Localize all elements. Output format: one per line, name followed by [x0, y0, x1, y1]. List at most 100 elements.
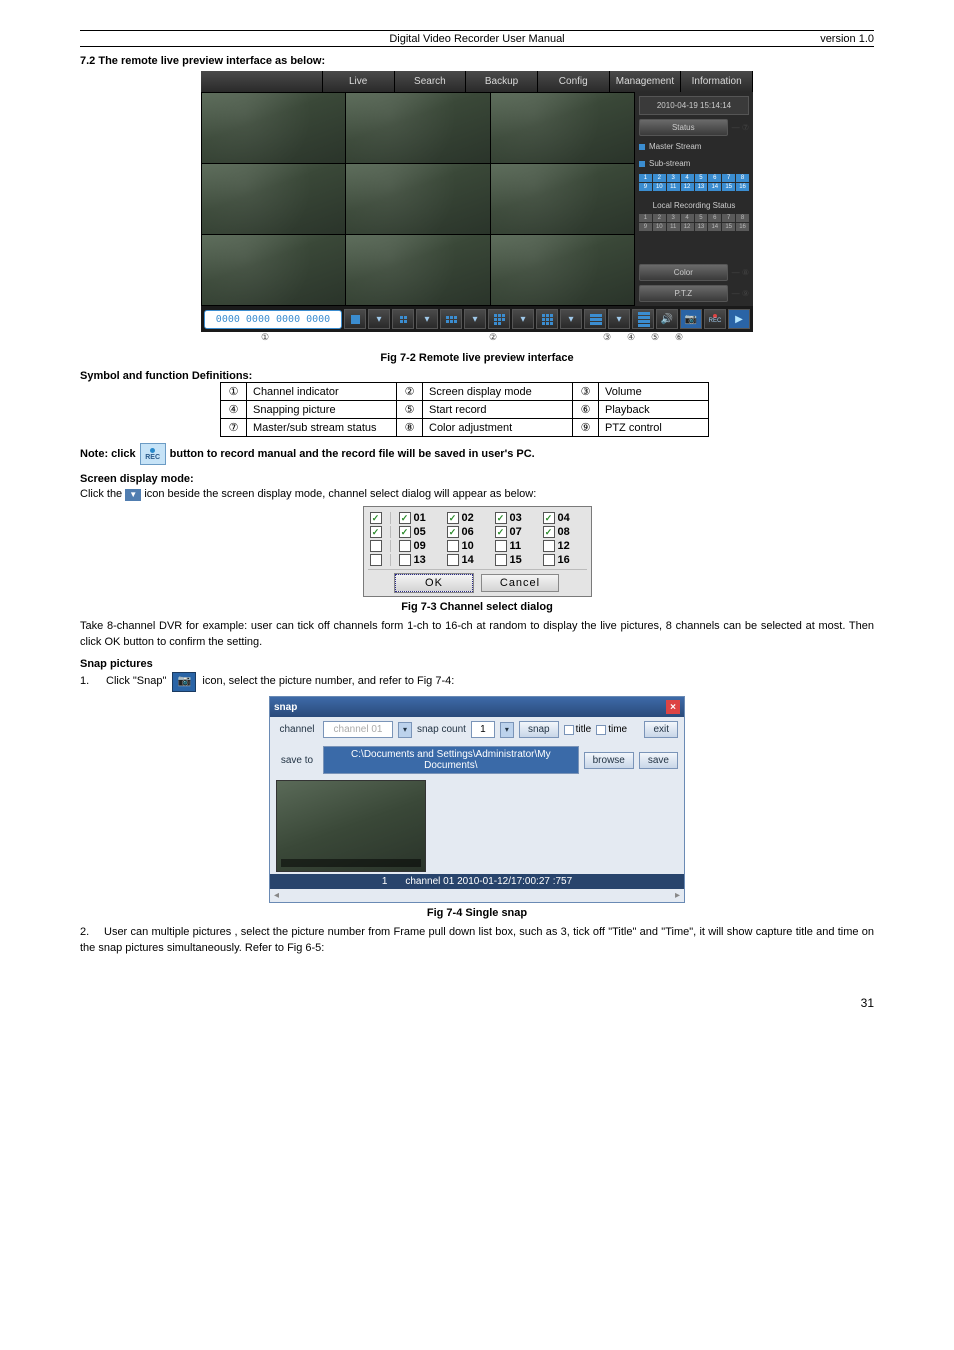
- volume-button[interactable]: 🔊: [656, 309, 678, 329]
- rlp-toolbar: 0000 0000 0000 0000 ▾ ▾ ▾ ▾ ▾ ▾ 🔊 📷 REC …: [201, 306, 753, 332]
- sub-stream-row[interactable]: Sub-stream: [639, 157, 749, 170]
- ch-04-cb[interactable]: [543, 512, 555, 524]
- cancel-button[interactable]: Cancel: [481, 574, 559, 592]
- layout-dropdown-6-icon[interactable]: ▾: [464, 309, 486, 329]
- sym-9-text: PTZ control: [599, 419, 709, 437]
- symbol-definitions-heading: Symbol and function Definitions:: [80, 370, 874, 382]
- color-chip[interactable]: Color: [639, 264, 728, 281]
- snap-button[interactable]: 📷: [680, 309, 702, 329]
- ch-01-cb[interactable]: [399, 512, 411, 524]
- ch-row-4: 13 14 15 16: [368, 553, 587, 567]
- row-select-4[interactable]: [370, 554, 382, 566]
- callout-9: — ⑨: [732, 289, 749, 298]
- snapcount-label: snap count: [417, 724, 466, 735]
- channel-dropdown-icon[interactable]: ▾: [398, 722, 412, 738]
- video-cell[interactable]: [491, 164, 634, 234]
- video-cell[interactable]: [202, 93, 345, 163]
- layout-dropdown-8-icon[interactable]: ▾: [512, 309, 534, 329]
- video-cell[interactable]: [491, 93, 634, 163]
- fig-7-2-wrap: Live Search Backup Config Management Inf…: [80, 71, 874, 348]
- row-select-3[interactable]: [370, 540, 382, 552]
- status-chip[interactable]: Status: [639, 119, 728, 136]
- ch-16-cb[interactable]: [543, 554, 555, 566]
- video-cell[interactable]: [346, 93, 489, 163]
- scroll-left-icon[interactable]: ◂: [274, 890, 279, 901]
- section-7-2-heading: 7.2 The remote live preview interface as…: [80, 55, 874, 67]
- scroll-right-icon[interactable]: ▸: [675, 890, 680, 901]
- ok-button[interactable]: OK: [395, 574, 473, 592]
- callout-7: — ⑦: [732, 123, 749, 132]
- note-suffix: button to record manual and the record f…: [170, 448, 535, 460]
- ch-10-cb[interactable]: [447, 540, 459, 552]
- layout-dropdown-9-icon[interactable]: ▾: [560, 309, 582, 329]
- save-button[interactable]: save: [639, 752, 678, 769]
- note-rec: Note: click REC button to record manual …: [80, 443, 874, 465]
- tab-management[interactable]: Management: [610, 71, 682, 92]
- tab-config[interactable]: Config: [538, 71, 610, 92]
- layout-1-button[interactable]: [344, 309, 366, 329]
- header-bottom-rule: [80, 46, 874, 47]
- close-icon[interactable]: ×: [666, 700, 680, 714]
- local-rec-channel-grid[interactable]: 12345678 910111213141516: [639, 214, 749, 231]
- ch-13-cb[interactable]: [399, 554, 411, 566]
- page-header: Digital Video Recorder User Manual versi…: [80, 33, 874, 45]
- ch-11-cb[interactable]: [495, 540, 507, 552]
- sym-5-num: ⑤: [397, 401, 423, 419]
- layout-dropdown-13-icon[interactable]: ▾: [608, 309, 630, 329]
- header-top-rule: [80, 30, 874, 31]
- layout-4-button[interactable]: [392, 309, 414, 329]
- tab-backup[interactable]: Backup: [466, 71, 538, 92]
- ch-12-cb[interactable]: [543, 540, 555, 552]
- ch-14-cb[interactable]: [447, 554, 459, 566]
- snapcount-field[interactable]: 1: [471, 721, 495, 738]
- tab-search[interactable]: Search: [395, 71, 467, 92]
- video-cell[interactable]: [202, 164, 345, 234]
- ch-07-cb[interactable]: [495, 526, 507, 538]
- exit-button[interactable]: exit: [644, 721, 678, 738]
- tab-live[interactable]: Live: [323, 71, 395, 92]
- layout-dropdown-1-icon[interactable]: ▾: [368, 309, 390, 329]
- rlp-video-grid: [201, 92, 635, 306]
- saveto-path[interactable]: C:\Documents and Settings\Administrator\…: [323, 746, 579, 774]
- video-cell[interactable]: [346, 164, 489, 234]
- video-cell[interactable]: [346, 235, 489, 305]
- record-button[interactable]: REC: [704, 309, 726, 329]
- channel-indicator: 0000 0000 0000 0000: [204, 310, 342, 329]
- time-checkbox[interactable]: [596, 725, 606, 735]
- snap-action-button[interactable]: snap: [519, 721, 559, 738]
- row-select-1[interactable]: [370, 512, 382, 524]
- sym-7-text: Master/sub stream status: [247, 419, 397, 437]
- layout-6-button[interactable]: [440, 309, 462, 329]
- ch-03-cb[interactable]: [495, 512, 507, 524]
- ch-15-cb[interactable]: [495, 554, 507, 566]
- ptz-chip[interactable]: P.T.Z: [639, 285, 728, 302]
- ch-02-cb[interactable]: [447, 512, 459, 524]
- snapcount-dropdown-icon[interactable]: ▾: [500, 722, 514, 738]
- note-prefix: Note: click: [80, 448, 136, 460]
- fig-7-2-caption: Fig 7-2 Remote live preview interface: [80, 352, 874, 364]
- layout-dropdown-4-icon[interactable]: ▾: [416, 309, 438, 329]
- title-checkbox[interactable]: [564, 725, 574, 735]
- video-cell[interactable]: [491, 235, 634, 305]
- playback-button[interactable]: ▶: [728, 309, 750, 329]
- layout-16-button[interactable]: [632, 309, 654, 329]
- fig-7-3-wrap: 01 02 03 04 05 06 07 08 09 10 11 12 13 1…: [80, 506, 874, 597]
- header-version: version 1.0: [774, 33, 874, 45]
- camera-icon: 📷: [172, 672, 196, 692]
- layout-8-button[interactable]: [488, 309, 510, 329]
- ch-08-cb[interactable]: [543, 526, 555, 538]
- layout-13-button[interactable]: [584, 309, 606, 329]
- stream-channel-grid[interactable]: 12345678 910111213141516: [639, 174, 749, 191]
- screen-display-mode-heading: Screen display mode:: [80, 473, 874, 485]
- browse-button[interactable]: browse: [584, 752, 634, 769]
- row-select-2[interactable]: [370, 526, 382, 538]
- ch-09-cb[interactable]: [399, 540, 411, 552]
- master-stream-row[interactable]: Master Stream: [639, 140, 749, 153]
- layout-9-button[interactable]: [536, 309, 558, 329]
- video-cell[interactable]: [202, 235, 345, 305]
- symbol-definition-table: ① Channel indicator ② Screen display mod…: [220, 382, 709, 437]
- channel-select[interactable]: channel 01: [323, 721, 393, 738]
- ch-06-cb[interactable]: [447, 526, 459, 538]
- tab-information[interactable]: Information: [681, 71, 753, 92]
- ch-05-cb[interactable]: [399, 526, 411, 538]
